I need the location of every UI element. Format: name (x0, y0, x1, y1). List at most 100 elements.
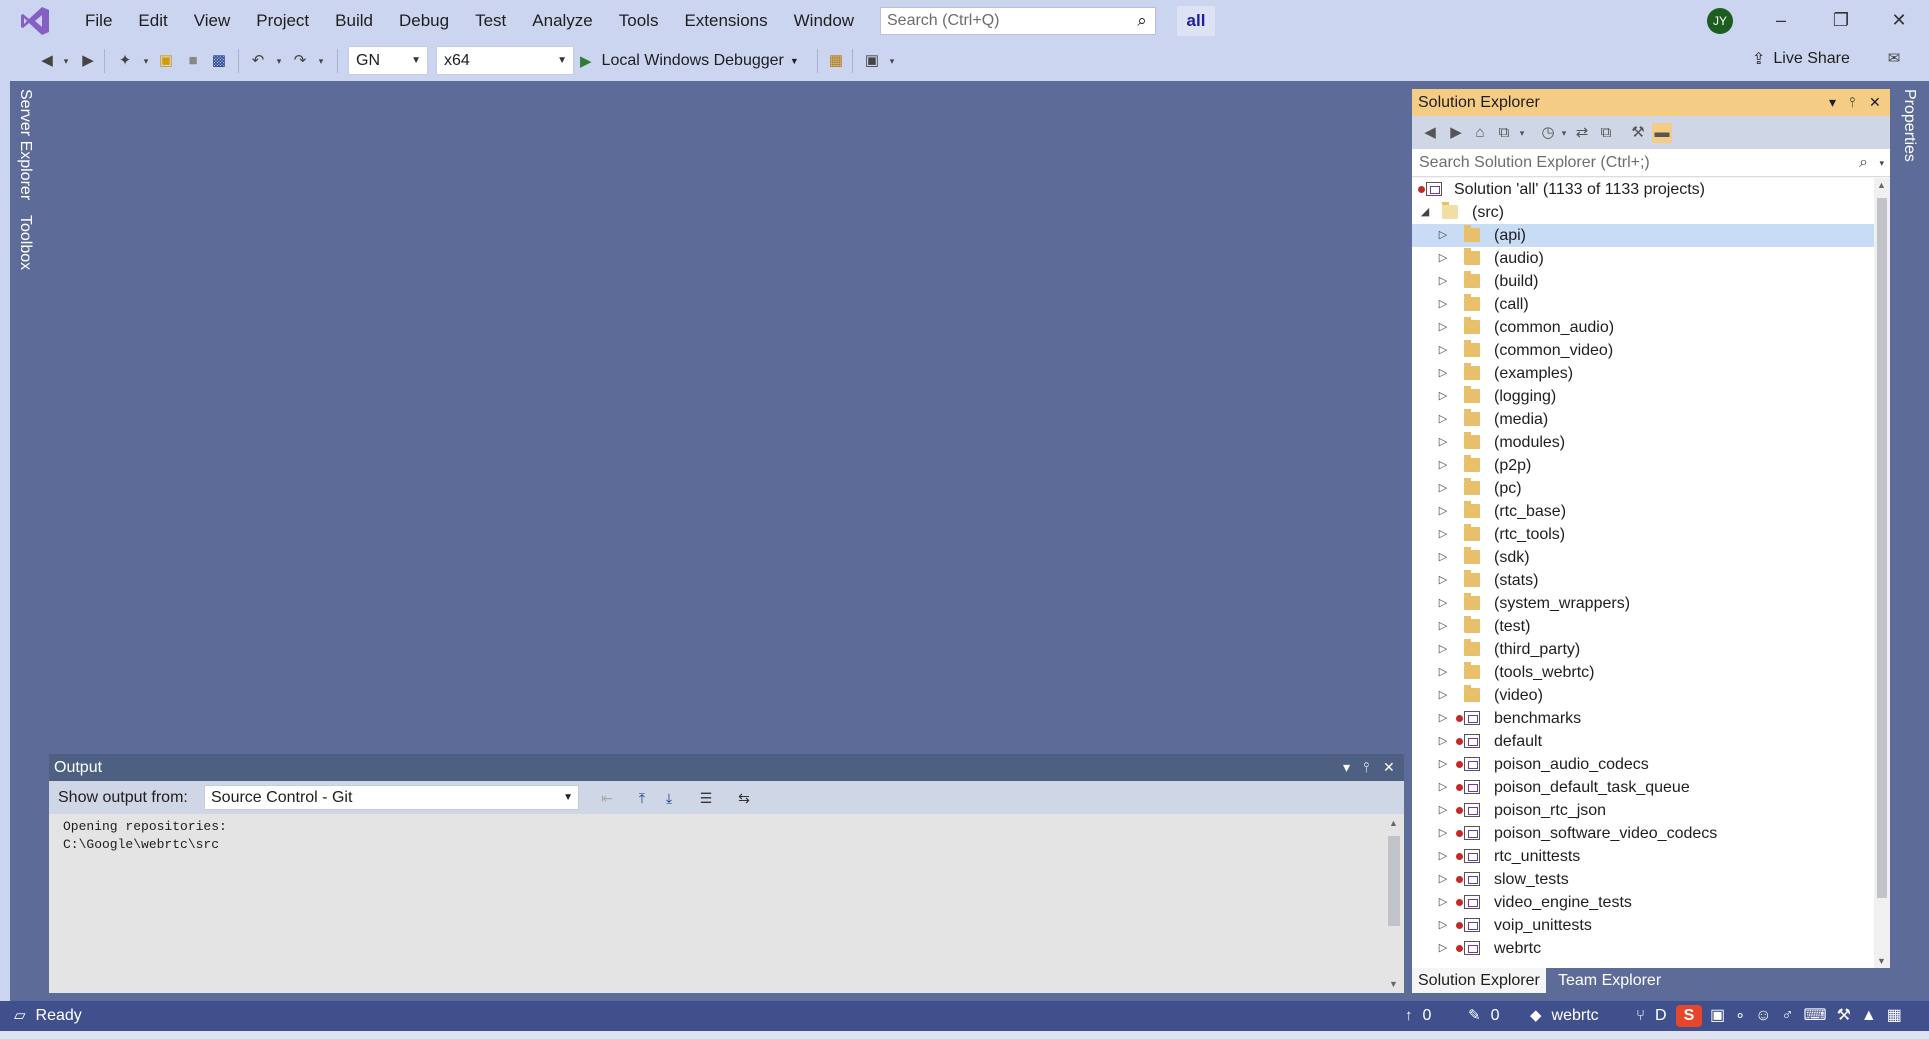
expand-arrow-icon[interactable]: ▷ (1436, 431, 1450, 454)
folder-node[interactable]: ▷ (video) (1412, 684, 1874, 707)
folder-node[interactable]: ▷ (media) (1412, 408, 1874, 431)
scroll-down-icon[interactable]: ▼ (1389, 979, 1398, 989)
next-message-icon[interactable]: ⤓ (659, 788, 679, 808)
folder-node[interactable]: ▷ (modules) (1412, 431, 1874, 454)
tools-icon[interactable]: ⚒ (1837, 1001, 1851, 1031)
expand-arrow-icon[interactable]: ▷ (1436, 753, 1450, 776)
ime-punctuation-icon[interactable]: ∘ (1735, 1001, 1745, 1031)
folder-node[interactable]: ▷ (examples) (1412, 362, 1874, 385)
menu-extensions[interactable]: Extensions (671, 0, 780, 41)
expand-arrow-icon[interactable]: ▷ (1436, 937, 1450, 960)
folder-node[interactable]: ▷ (system_wrappers) (1412, 592, 1874, 615)
expand-arrow-icon[interactable]: ▷ (1436, 385, 1450, 408)
back-icon[interactable]: ◀ (1420, 123, 1440, 143)
scrollbar-thumb[interactable] (1388, 836, 1400, 926)
microphone-icon[interactable]: ♂ (1781, 1001, 1793, 1031)
folder-node[interactable]: ▷ (common_audio) (1412, 316, 1874, 339)
global-search-input[interactable] (887, 12, 1129, 30)
scroll-down-icon[interactable]: ▼ (1877, 956, 1886, 966)
expand-arrow-icon[interactable]: ▷ (1436, 707, 1450, 730)
navigate-forward-icon[interactable]: ▶ (78, 51, 98, 71)
project-node[interactable]: ▷ poison_software_video_codecs (1412, 822, 1874, 845)
folder-node[interactable]: ▷ (pc) (1412, 477, 1874, 500)
folder-node[interactable]: ▷ (audio) (1412, 247, 1874, 270)
expand-arrow-icon[interactable]: ▷ (1436, 293, 1450, 316)
folder-node[interactable]: ▷ (third_party) (1412, 638, 1874, 661)
unpublished-commits-button[interactable]: ↑ 0 (1405, 1001, 1431, 1031)
server-explorer-tab[interactable]: Server Explorer (16, 89, 34, 200)
folder-node[interactable]: ▷ (tools_webrtc) (1412, 661, 1874, 684)
expand-arrow-icon[interactable]: ▷ (1436, 454, 1450, 477)
folder-node[interactable]: ▷ (build) (1412, 270, 1874, 293)
search-options-icon[interactable]: ▾ (1879, 149, 1884, 177)
folder-node[interactable]: ▷ (api) (1412, 224, 1874, 247)
skin-icon[interactable]: ▲ (1861, 1001, 1877, 1031)
menu-grid-icon[interactable]: ▦ (1887, 1001, 1902, 1031)
save-icon[interactable]: ■ (183, 51, 203, 71)
find-message-in-code-icon[interactable]: ⇤ (597, 788, 617, 808)
project-node[interactable]: ▷ voip_unittests (1412, 914, 1874, 937)
toggle-word-wrap-icon[interactable]: ⇆ (734, 788, 754, 808)
menu-window[interactable]: Window (781, 0, 867, 41)
menu-analyze[interactable]: Analyze (519, 0, 605, 41)
project-node[interactable]: ▷ rtc_unittests (1412, 845, 1874, 868)
switch-views-icon[interactable]: ⧉ (1494, 123, 1514, 143)
minimize-button[interactable]: – (1752, 0, 1810, 41)
window-position-dropdown-icon[interactable]: ▾ (1343, 754, 1350, 781)
restore-button[interactable]: ❐ (1812, 0, 1870, 41)
expand-arrow-icon[interactable]: ▷ (1436, 638, 1450, 661)
user-avatar[interactable]: JY (1707, 8, 1733, 34)
scroll-up-icon[interactable]: ▲ (1877, 180, 1886, 190)
ime-chinese-mode-icon[interactable]: ▣ (1710, 1001, 1725, 1031)
new-project-icon[interactable]: ✦ (115, 51, 135, 71)
pending-changes-button[interactable]: ✎ 0 (1468, 1001, 1499, 1031)
properties-wrench-icon[interactable]: ⚒ (1628, 123, 1648, 143)
home-icon[interactable]: ⌂ (1470, 123, 1490, 143)
expand-arrow-icon[interactable]: ▷ (1436, 730, 1450, 753)
save-all-icon[interactable]: ▩ (209, 51, 229, 71)
folder-node[interactable]: ▷ (rtc_tools) (1412, 523, 1874, 546)
folder-node[interactable]: ▷ (logging) (1412, 385, 1874, 408)
expand-arrow-icon[interactable]: ▷ (1436, 845, 1450, 868)
pin-icon[interactable]: ⫯ (1849, 89, 1855, 116)
expand-arrow-icon[interactable]: ▷ (1436, 615, 1450, 638)
sync-with-document-icon[interactable]: ⇄ (1572, 123, 1592, 143)
feedback-icon[interactable]: ✉ (1884, 49, 1904, 69)
folder-node[interactable]: ▷ (rtc_base) (1412, 500, 1874, 523)
close-panel-icon[interactable]: ✕ (1869, 89, 1881, 116)
project-node[interactable]: ▷ default (1412, 730, 1874, 753)
expand-arrow-icon[interactable]: ▷ (1436, 868, 1450, 891)
project-node[interactable]: ▷ poison_default_task_queue (1412, 776, 1874, 799)
solution-explorer-search[interactable]: Search Solution Explorer (Ctrl+;) ⌕ ▾ (1412, 149, 1890, 177)
folder-node[interactable]: ▷ (test) (1412, 615, 1874, 638)
global-search-box[interactable]: ⌕ (880, 7, 1156, 35)
undo-icon[interactable]: ↶ (248, 51, 268, 71)
output-scrollbar[interactable]: ▲ ▼ (1384, 814, 1404, 993)
menu-edit[interactable]: Edit (125, 0, 180, 41)
expand-arrow-icon[interactable]: ▷ (1436, 914, 1450, 937)
ime-logo-icon[interactable]: S (1676, 1005, 1702, 1027)
menu-test[interactable]: Test (462, 0, 519, 41)
expand-arrow-icon[interactable]: ▷ (1436, 247, 1450, 270)
toolbar-overflow-icon[interactable]: ▾ (886, 51, 898, 71)
scrollbar-thumb[interactable] (1877, 198, 1887, 898)
solution-node[interactable]: Solution 'all' (1133 of 1133 projects) (1412, 178, 1874, 201)
menu-view[interactable]: View (181, 0, 244, 41)
close-panel-icon[interactable]: ✕ (1383, 754, 1395, 781)
expand-arrow-icon[interactable]: ▷ (1436, 546, 1450, 569)
redo-dropdown-icon[interactable]: ▾ (315, 51, 327, 71)
forward-icon[interactable]: ▶ (1446, 123, 1466, 143)
folder-node[interactable]: ▷ (sdk) (1412, 546, 1874, 569)
expand-arrow-icon[interactable]: ▷ (1436, 776, 1450, 799)
window-position-dropdown-icon[interactable]: ▾ (1829, 89, 1836, 116)
folder-node[interactable]: ▷ (common_video) (1412, 339, 1874, 362)
solution-configuration-select[interactable]: GN ▼ (348, 46, 428, 75)
expand-arrow-icon[interactable]: ▷ (1436, 270, 1450, 293)
new-dropdown-icon[interactable]: ▾ (140, 51, 152, 71)
back-dropdown-icon[interactable]: ▾ (60, 51, 72, 71)
folder-node[interactable]: ▷ (stats) (1412, 569, 1874, 592)
expand-arrow-icon[interactable]: ▷ (1436, 822, 1450, 845)
open-folder-icon[interactable]: ▣ (156, 51, 176, 71)
browse-folder-icon[interactable]: ▦ (826, 51, 846, 71)
keyboard-icon[interactable]: ⌨ (1803, 1001, 1826, 1031)
